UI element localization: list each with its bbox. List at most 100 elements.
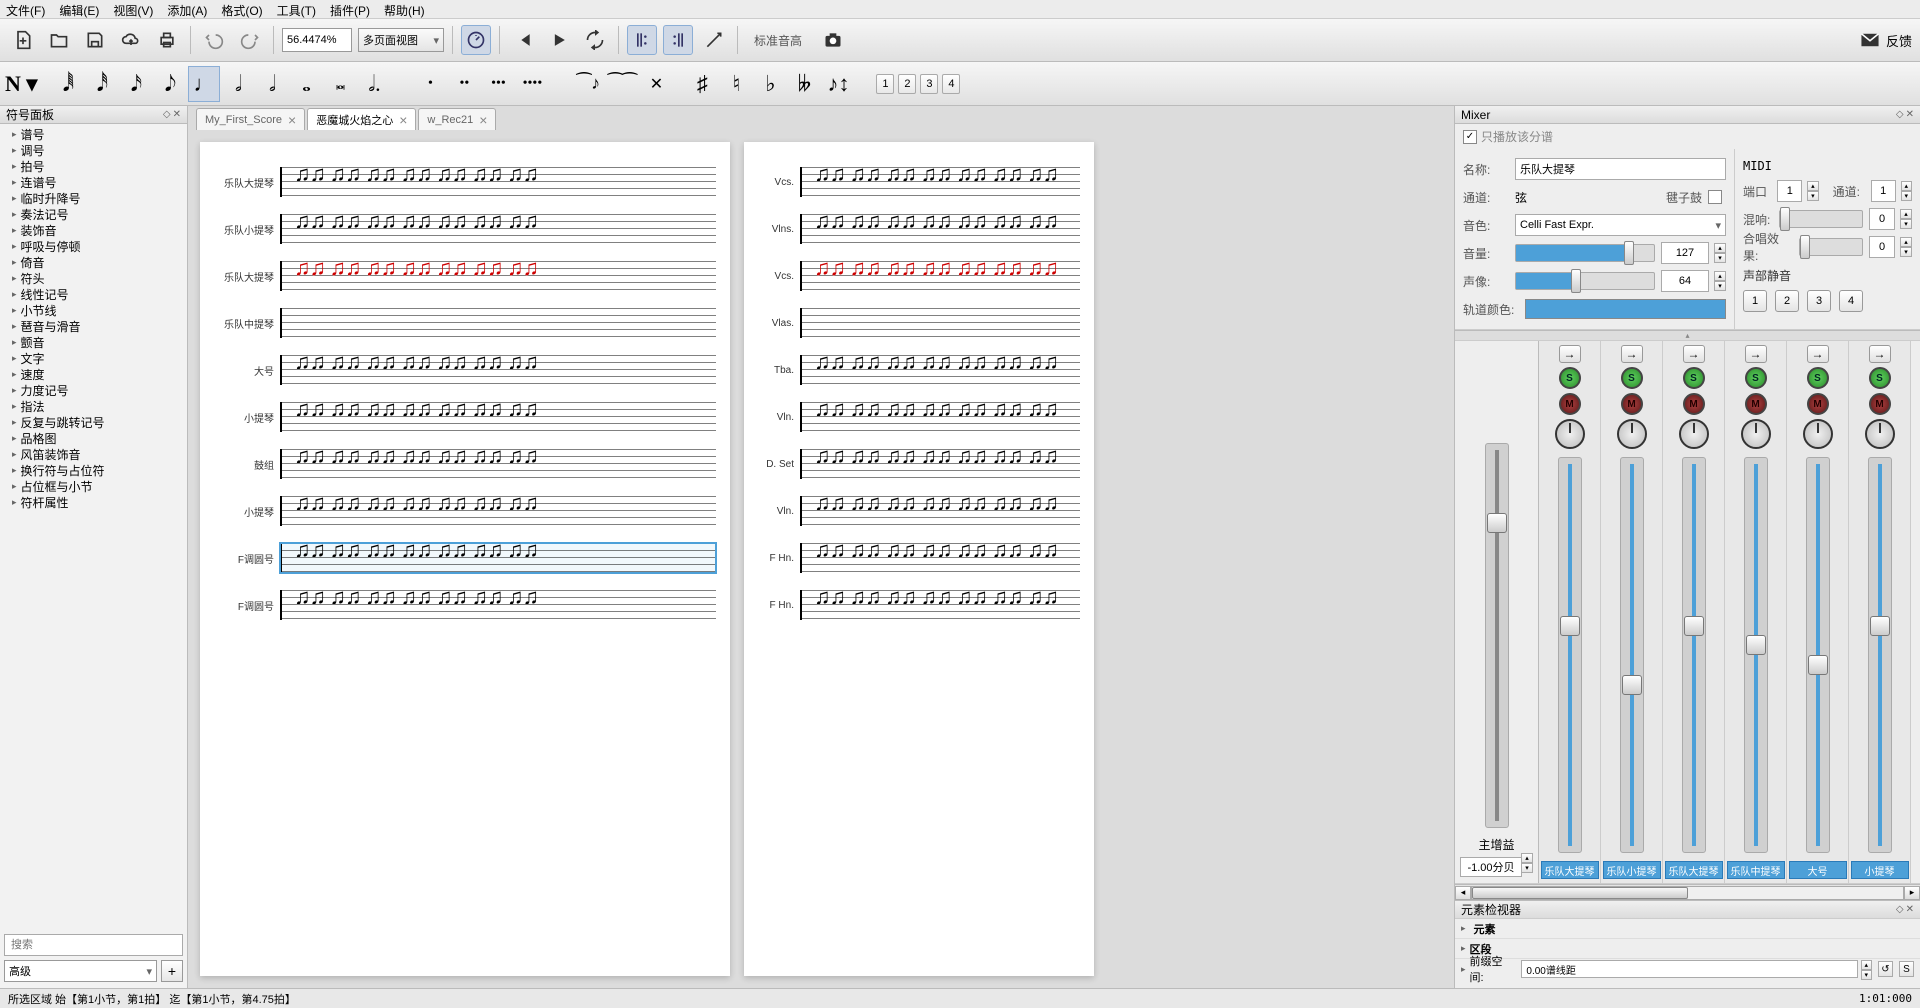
duration-half2[interactable]: 𝅗𝅥: [256, 66, 288, 102]
collapse-handle[interactable]: ▴: [1455, 330, 1920, 340]
palette-item[interactable]: 拍号: [0, 158, 187, 174]
staff[interactable]: ♫♫ ♫♫ ♫♫ ♫♫ ♫♫ ♫♫ ♫♫: [800, 402, 1080, 432]
dot-1[interactable]: •: [414, 66, 446, 102]
staff[interactable]: ♫♫ ♫♫ ♫♫ ♫♫ ♫♫ ♫♫ ♫♫: [280, 402, 716, 432]
menu-format[interactable]: 格式(O): [221, 2, 262, 16]
menu-edit[interactable]: 编辑(E): [59, 2, 99, 16]
palette-level-dropdown[interactable]: 高级: [4, 960, 157, 982]
palette-item[interactable]: 线性记号: [0, 286, 187, 302]
repeat-end-button[interactable]: [663, 25, 693, 55]
voice-2-button[interactable]: 2: [898, 74, 916, 94]
view-mode-dropdown[interactable]: 多页面视图: [358, 28, 444, 52]
staff[interactable]: ♫♫ ♫♫ ♫♫ ♫♫ ♫♫ ♫♫ ♫♫: [800, 355, 1080, 385]
solo-button[interactable]: S: [1869, 367, 1891, 389]
score-tab[interactable]: My_First_Score×: [196, 108, 305, 130]
midi-channel-input[interactable]: 1: [1871, 180, 1896, 202]
palette-item[interactable]: 风笛装饰音: [0, 446, 187, 462]
staff[interactable]: ♫♫ ♫♫ ♫♫ ♫♫ ♫♫ ♫♫ ♫♫: [800, 449, 1080, 479]
palette-item[interactable]: 力度记号: [0, 382, 187, 398]
duration-64th[interactable]: 𝅘𝅥𝅱: [52, 66, 84, 102]
staff[interactable]: ♫♫ ♫♫ ♫♫ ♫♫ ♫♫ ♫♫ ♫♫: [280, 261, 716, 291]
track-name-input[interactable]: [1515, 158, 1726, 180]
duration-32nd[interactable]: 𝅘𝅥𝅰: [86, 66, 118, 102]
voice-1-button[interactable]: 1: [876, 74, 894, 94]
palette-item[interactable]: 符头: [0, 270, 187, 286]
mute-button[interactable]: M: [1683, 393, 1705, 415]
palette-item[interactable]: 奏法记号: [0, 206, 187, 222]
slur-button[interactable]: ⁀⁀: [606, 66, 638, 102]
rewind-button[interactable]: [508, 25, 538, 55]
palette-item[interactable]: 反复与跳转记号: [0, 414, 187, 430]
pan-slider[interactable]: [1515, 272, 1655, 290]
solo-button[interactable]: S: [1683, 367, 1705, 389]
mute-button[interactable]: M: [1807, 393, 1829, 415]
staff[interactable]: ♫♫ ♫♫ ♫♫ ♫♫ ♫♫ ♫♫ ♫♫: [800, 167, 1080, 197]
strip-expand-button[interactable]: →: [1683, 345, 1705, 363]
channel-fader[interactable]: [1558, 457, 1582, 853]
inspector-section-element[interactable]: 元素: [1455, 919, 1920, 939]
reverb-slider[interactable]: [1779, 210, 1863, 228]
tie-button[interactable]: ⁀♪: [572, 66, 604, 102]
flip-button[interactable]: ♪↕: [822, 66, 854, 102]
new-file-button[interactable]: [8, 25, 38, 55]
menu-help[interactable]: 帮助(H): [384, 2, 425, 16]
palette-close-icon[interactable]: ✕: [173, 109, 181, 120]
voice-mute-button[interactable]: 2: [1775, 290, 1799, 312]
inspector-close-icon[interactable]: ✕: [1906, 904, 1914, 915]
drum-checkbox[interactable]: [1708, 190, 1722, 204]
staff[interactable]: ♫♫ ♫♫ ♫♫ ♫♫ ♫♫ ♫♫ ♫♫: [800, 543, 1080, 573]
sound-dropdown[interactable]: Celli Fast Expr.: [1515, 214, 1726, 236]
palette-search-input[interactable]: [4, 934, 183, 956]
pan-value[interactable]: 64: [1661, 270, 1709, 292]
pan-knob[interactable]: [1617, 419, 1647, 449]
feedback-button[interactable]: 反馈: [1860, 31, 1912, 50]
duration-whole[interactable]: 𝅝: [290, 66, 322, 102]
staff[interactable]: ♫♫ ♫♫ ♫♫ ♫♫ ♫♫ ♫♫ ♫♫: [280, 449, 716, 479]
palette-item[interactable]: 临时升降号: [0, 190, 187, 206]
duration-16th[interactable]: 𝅘𝅥𝅯: [120, 66, 152, 102]
staff[interactable]: ♫♫ ♫♫ ♫♫ ♫♫ ♫♫ ♫♫ ♫♫: [280, 214, 716, 244]
voice-4-button[interactable]: 4: [942, 74, 960, 94]
score-canvas[interactable]: 乐队大提琴♫♫ ♫♫ ♫♫ ♫♫ ♫♫ ♫♫ ♫♫乐队小提琴♫♫ ♫♫ ♫♫ ♫…: [188, 130, 1454, 988]
staff[interactable]: ♫♫ ♫♫ ♫♫ ♫♫ ♫♫ ♫♫ ♫♫: [800, 261, 1080, 291]
tab-close-icon[interactable]: ×: [399, 112, 407, 128]
mute-button[interactable]: M: [1745, 393, 1767, 415]
pan-knob[interactable]: [1679, 419, 1709, 449]
staff[interactable]: ♫♫ ♫♫ ♫♫ ♫♫ ♫♫ ♫♫ ♫♫: [280, 590, 716, 620]
palette-item[interactable]: 装饰音: [0, 222, 187, 238]
strip-expand-button[interactable]: →: [1559, 345, 1581, 363]
metronome-button[interactable]: [461, 25, 491, 55]
palette-item[interactable]: 小节线: [0, 302, 187, 318]
dot-3[interactable]: •••: [482, 66, 514, 102]
channel-fader[interactable]: [1868, 457, 1892, 853]
duration-quarter[interactable]: ♩: [188, 66, 220, 102]
dot-2[interactable]: ••: [448, 66, 480, 102]
save-button[interactable]: [80, 25, 110, 55]
staff[interactable]: [280, 308, 716, 338]
palette-item[interactable]: 谱号: [0, 126, 187, 142]
channel-fader[interactable]: [1744, 457, 1768, 853]
strip-expand-button[interactable]: →: [1745, 345, 1767, 363]
menu-view[interactable]: 视图(V): [113, 2, 153, 16]
staff[interactable]: ♫♫ ♫♫ ♫♫ ♫♫ ♫♫ ♫♫ ♫♫: [280, 167, 716, 197]
midi-port-input[interactable]: 1: [1777, 180, 1802, 202]
pan-knob[interactable]: [1865, 419, 1895, 449]
voice-mute-button[interactable]: 4: [1839, 290, 1863, 312]
open-file-button[interactable]: [44, 25, 74, 55]
menu-add[interactable]: 添加(A): [167, 2, 207, 16]
repeat-start-button[interactable]: [627, 25, 657, 55]
palette-item[interactable]: 琶音与滑音: [0, 318, 187, 334]
solo-button[interactable]: S: [1807, 367, 1829, 389]
score-tab[interactable]: 恶魔城火焰之心×: [307, 108, 416, 130]
zoom-input[interactable]: [282, 28, 352, 52]
undo-button[interactable]: [199, 25, 229, 55]
menu-tools[interactable]: 工具(T): [277, 2, 316, 16]
pan-button[interactable]: [699, 25, 729, 55]
staff[interactable]: ♫♫ ♫♫ ♫♫ ♫♫ ♫♫ ♫♫ ♫♫: [280, 543, 716, 573]
leading-space-input[interactable]: [1521, 960, 1857, 978]
dot-4[interactable]: ••••: [516, 66, 548, 102]
tab-close-icon[interactable]: ×: [288, 112, 296, 128]
voice-mute-button[interactable]: 3: [1807, 290, 1831, 312]
score-tabs[interactable]: My_First_Score×恶魔城火焰之心×w_Rec21×: [188, 106, 1454, 130]
palette-item[interactable]: 指法: [0, 398, 187, 414]
